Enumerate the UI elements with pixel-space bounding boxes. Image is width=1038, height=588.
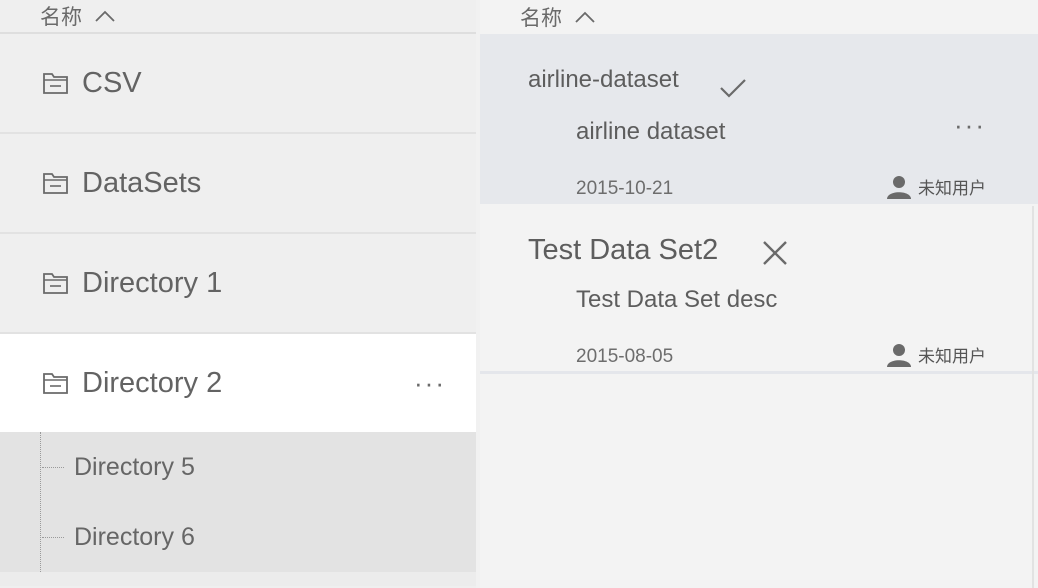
directory-label: Directory 1 <box>82 266 223 299</box>
dataset-owner: 未知用户 <box>886 174 986 199</box>
dataset-name[interactable]: Test Data Set2 <box>528 234 718 267</box>
dataset-date: 2015-10-21 <box>576 178 674 199</box>
more-options-button[interactable]: ··· <box>414 368 446 399</box>
user-icon <box>887 343 911 367</box>
tree-branch <box>42 537 64 538</box>
panel-divider <box>1032 206 1034 588</box>
tree-branch <box>42 467 64 468</box>
child-directory-label: Directory 5 <box>74 452 195 481</box>
directory-item-directory-1[interactable]: Directory 1 <box>0 234 476 334</box>
checkmark-icon <box>720 79 746 98</box>
directory-item-datasets[interactable]: DataSets <box>0 134 476 234</box>
dataset-card[interactable]: Test Data Set2 Test Data Set desc 2015-0… <box>480 204 1038 374</box>
directory-panel: 名称 CSV DataSets Directory 1 Directory 2 … <box>0 0 476 588</box>
directory-children: Directory 5 Directory 6 <box>0 432 476 572</box>
directory-label: DataSets <box>82 166 202 199</box>
directory-item-directory-2[interactable]: Directory 2 ··· <box>0 334 476 432</box>
folder-icon <box>43 73 68 94</box>
panel-footer <box>0 572 476 586</box>
chevron-up-icon[interactable] <box>574 10 596 24</box>
folder-icon <box>43 173 68 194</box>
chevron-up-icon[interactable] <box>94 9 116 23</box>
child-directory-item[interactable]: Directory 6 <box>0 502 476 572</box>
name-column-header[interactable]: 名称 <box>0 0 476 34</box>
dataset-description: Test Data Set desc <box>576 286 778 313</box>
dataset-panel: 名称 airline-dataset ··· airline dataset 2… <box>480 0 1038 588</box>
column-header-label: 名称 <box>40 6 82 29</box>
folder-icon <box>43 373 68 394</box>
name-column-header[interactable]: 名称 <box>480 0 1038 34</box>
directory-label: Directory 2 <box>82 366 223 399</box>
more-options-button[interactable]: ··· <box>954 110 986 141</box>
owner-label: 未知用户 <box>918 347 986 366</box>
folder-icon <box>43 273 68 294</box>
child-directory-label: Directory 6 <box>74 522 195 551</box>
owner-label: 未知用户 <box>918 179 986 198</box>
child-directory-item[interactable]: Directory 5 <box>0 432 476 502</box>
dataset-date: 2015-08-05 <box>576 346 674 367</box>
dataset-name[interactable]: airline-dataset <box>528 66 679 94</box>
directory-item-csv[interactable]: CSV <box>0 34 476 134</box>
dataset-card[interactable]: airline-dataset ··· airline dataset 2015… <box>480 34 1038 204</box>
dataset-owner: 未知用户 <box>886 342 986 367</box>
directory-label: CSV <box>82 66 142 99</box>
close-icon[interactable] <box>760 238 790 268</box>
user-icon <box>887 175 911 199</box>
dataset-description: airline dataset <box>576 118 726 145</box>
column-header-label: 名称 <box>520 7 562 30</box>
